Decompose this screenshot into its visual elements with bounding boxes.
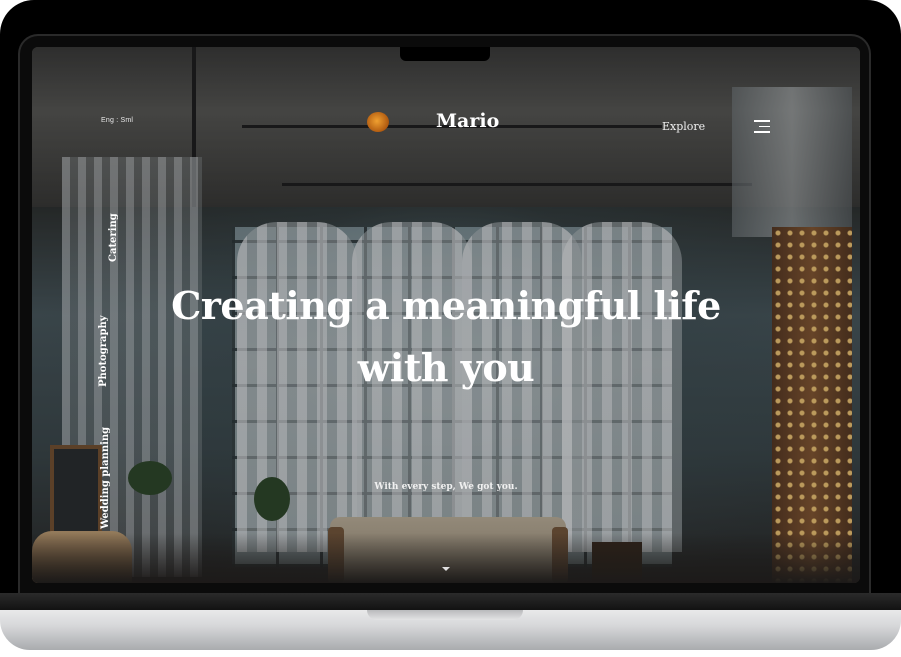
language-switcher[interactable]: Eng : Sml: [101, 117, 133, 124]
explore-link[interactable]: Explore: [662, 120, 705, 133]
brand-logo-icon[interactable]: [367, 112, 389, 132]
hero-title-line-1: Creating a meaningful life: [171, 283, 721, 328]
hero-title: Creating a meaningful life with you: [102, 275, 790, 399]
side-nav-wedding-planning[interactable]: Wedding planning: [100, 427, 111, 529]
laptop-camera-notch: [400, 47, 490, 61]
hamburger-menu-icon[interactable]: [754, 120, 770, 133]
laptop-hinge: [0, 593, 901, 611]
hero-title-line-2: with you: [357, 345, 535, 390]
hero-subtitle: With every step, We got you.: [374, 482, 518, 492]
chevron-down-icon[interactable]: [442, 567, 450, 571]
brand-name[interactable]: Mario: [436, 110, 499, 132]
side-nav-catering[interactable]: Catering: [108, 213, 119, 262]
laptop-opening-groove: [367, 610, 523, 620]
website-screen: Eng : Sml Mario Explore Catering Photogr…: [32, 47, 860, 583]
